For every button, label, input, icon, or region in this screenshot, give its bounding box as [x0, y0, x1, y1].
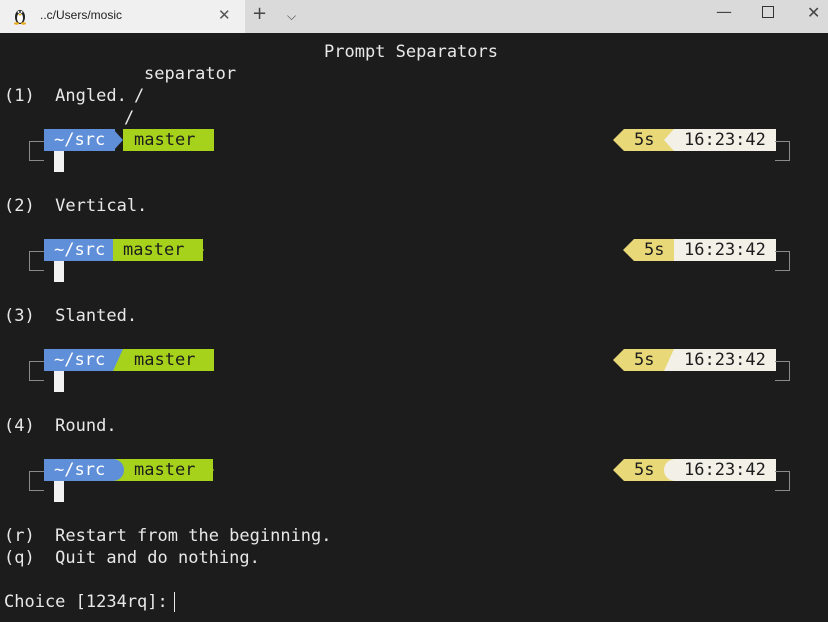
tab-close-icon[interactable]: ✕ — [218, 6, 231, 24]
page-title: Prompt Separators — [324, 42, 498, 62]
separator-icon — [664, 129, 674, 151]
separator-icon — [613, 459, 624, 481]
option-3-label: (3) Slanted. — [4, 306, 138, 326]
time-segment: 16:23:42 — [674, 349, 776, 371]
time-segment: 16:23:42 — [674, 239, 776, 261]
text-caret[interactable] — [174, 592, 175, 612]
branch-segment: master — [124, 459, 213, 481]
separator-icon — [113, 459, 124, 481]
time-segment: 16:23:42 — [675, 459, 776, 481]
choice-prompt: Choice [1234rq]: — [4, 592, 178, 612]
cursor — [54, 371, 64, 392]
dir-segment: ~/src — [44, 239, 113, 261]
duration-segment: 5s — [624, 459, 664, 481]
duration-segment: 5s — [634, 239, 674, 261]
maximize-button[interactable] — [762, 6, 774, 18]
separator-icon — [193, 239, 204, 261]
separator-icon — [613, 129, 624, 151]
option-restart-label: (r) Restart from the beginning. — [4, 526, 332, 546]
option-1-label: (1) Angled. — [4, 86, 127, 106]
separator-icon — [613, 349, 624, 371]
dir-segment: ~/src — [44, 349, 116, 371]
cursor — [54, 151, 64, 172]
separator-icon — [623, 239, 634, 261]
separator-pointer: / — [124, 108, 135, 128]
separator-icon — [203, 349, 214, 371]
option-2-label: (2) Vertical. — [4, 196, 148, 216]
option-quit-label: (q) Quit and do nothing. — [4, 548, 260, 568]
time-segment: 16:23:42 — [674, 129, 776, 151]
chevron-down-icon[interactable]: ⌵ — [287, 9, 296, 24]
dir-segment: ~/src — [44, 129, 116, 151]
separator-icon — [664, 349, 674, 371]
cursor — [54, 261, 64, 282]
terminal-tab[interactable]: ..c/Users/mosic ✕ — [0, 0, 245, 33]
separator-icon — [113, 129, 123, 151]
separator-icon — [113, 349, 123, 371]
branch-segment: master — [123, 349, 214, 371]
new-tab-button[interactable]: + — [252, 3, 267, 24]
separator-icon — [203, 129, 214, 151]
dir-segment: ~/src — [44, 459, 123, 481]
separator-icon — [203, 459, 214, 481]
tab-title: ..c/Users/mosic — [40, 8, 123, 22]
cursor — [54, 481, 64, 502]
separator-label: separator — [144, 64, 237, 84]
minimize-button[interactable]: — — [716, 2, 732, 21]
title-bar: ..c/Users/mosic ✕ + ⌵ — ✕ — [0, 0, 828, 33]
separator-icon — [664, 459, 675, 481]
close-window-button[interactable]: ✕ — [807, 3, 820, 22]
linux-tux-icon — [14, 10, 26, 25]
option-4-label: (4) Round. — [4, 416, 117, 436]
separator-pointer: / — [134, 86, 145, 106]
branch-segment: master — [123, 129, 214, 151]
branch-segment: master — [113, 239, 203, 261]
